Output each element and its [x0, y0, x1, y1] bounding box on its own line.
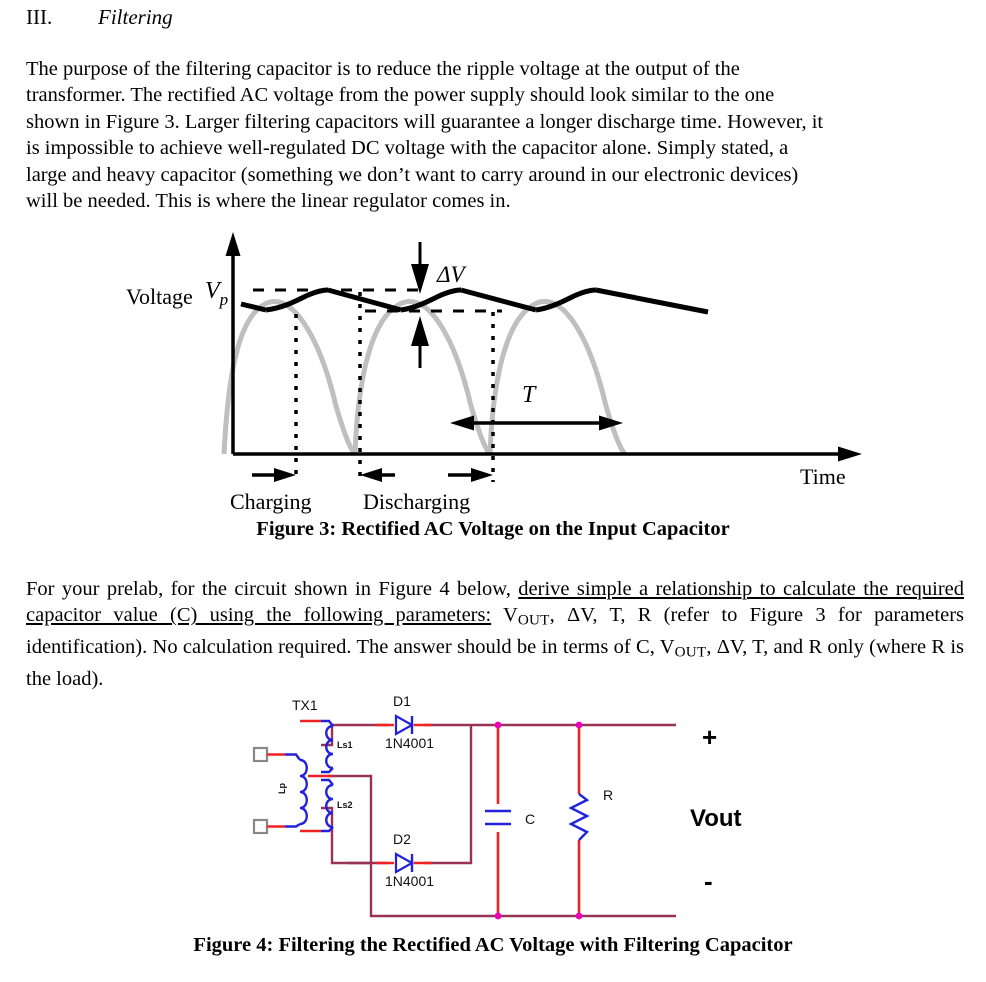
document-page: III. Filtering The purpose of the filteri… [0, 0, 986, 982]
transformer-tx1: Lp Ls1 Ls2 TX1 [252, 697, 353, 835]
section-numeral: III. [26, 5, 53, 29]
paragraph2-vout-pre: V [491, 604, 518, 627]
diode-d1-ref: D1 [393, 693, 411, 709]
output-plus-sign: + [702, 722, 717, 752]
circuit-svg: Lp Ls1 Ls2 TX1 D1 1N4001 D2 1N4001 C R +… [252, 693, 742, 920]
paragraph1-line6: will be needed. This is where the linear… [26, 190, 511, 213]
capacitor-voltage-trace [240, 287, 709, 315]
secondary1-winding-label: Ls1 [337, 740, 353, 750]
vp-label: Vp [205, 278, 228, 309]
capacitor-label: C [525, 811, 535, 827]
transformer-ref-label: TX1 [292, 697, 318, 713]
paragraph2-vout-subscript: OUT [517, 611, 550, 629]
discharging-label: Discharging [363, 489, 470, 514]
period-label: T [522, 382, 537, 408]
capacitor-c: C [485, 725, 535, 916]
output-voltage-label: Vout [690, 805, 742, 832]
figure-3-caption: Figure 3: Rectified AC Voltage on the In… [256, 518, 730, 540]
primary-winding-label: Lp [277, 783, 287, 794]
paragraph1-line2: transformer. The rectified AC voltage fr… [26, 84, 775, 107]
terminal-square-top [252, 746, 269, 763]
resistor-label: R [603, 787, 613, 803]
delta-v-label: ΔV [436, 262, 467, 287]
charging-discharging-arrows [252, 468, 493, 482]
paragraph2-intro: For your prelab, for the circuit shown i… [26, 578, 519, 600]
waveform-svg: ΔV Vp T Voltage Time Charging Dischargin… [126, 232, 862, 514]
diode-d1: D1 1N4001 [376, 693, 434, 751]
paragraph1-line4: is impossible to achieve well-regulated … [26, 137, 789, 160]
section-heading: III. Filtering [26, 4, 966, 30]
y-axis-label: Voltage [126, 284, 193, 309]
output-minus-sign: - [704, 866, 713, 896]
terminal-square-bottom [252, 818, 269, 835]
paragraph1-line1: The purpose of the filtering capacitor i… [26, 58, 740, 80]
diode-d2-part: 1N4001 [385, 873, 434, 889]
x-axis-label: Time [800, 464, 846, 489]
charging-label: Charging [230, 489, 311, 514]
diode-d2: D2 1N4001 [376, 831, 434, 889]
section-title: Filtering [98, 5, 173, 29]
secondary2-winding-label: Ls2 [337, 800, 353, 810]
paragraph1-line3: shown in Figure 3. Larger filtering capa… [26, 110, 824, 133]
paragraph2-vout2-subscript: OUT [674, 643, 707, 661]
resistor-r: R [568, 725, 613, 916]
junction-dots [494, 721, 583, 920]
paragraph-filtering-intro: The purpose of the filtering capacitor i… [26, 56, 964, 214]
paragraph-prelab-task: For your prelab, for the circuit shown i… [26, 576, 964, 692]
diode-d1-part: 1N4001 [385, 735, 434, 751]
paragraph2-vout2-pre: V [659, 636, 675, 659]
diode-d2-ref: D2 [393, 831, 411, 847]
figure-3-waveform: ΔV Vp T Voltage Time Charging Dischargin… [110, 226, 870, 516]
figure-4-circuit: Lp Ls1 Ls2 TX1 D1 1N4001 D2 1N4001 C R +… [236, 688, 756, 928]
x-axis [233, 446, 862, 462]
paragraph1-line5: large and heavy capacitor (something we … [26, 163, 799, 186]
figure-4-caption: Figure 4: Filtering the Rectified AC Vol… [193, 934, 793, 956]
rectified-sine-curve [221, 299, 627, 456]
